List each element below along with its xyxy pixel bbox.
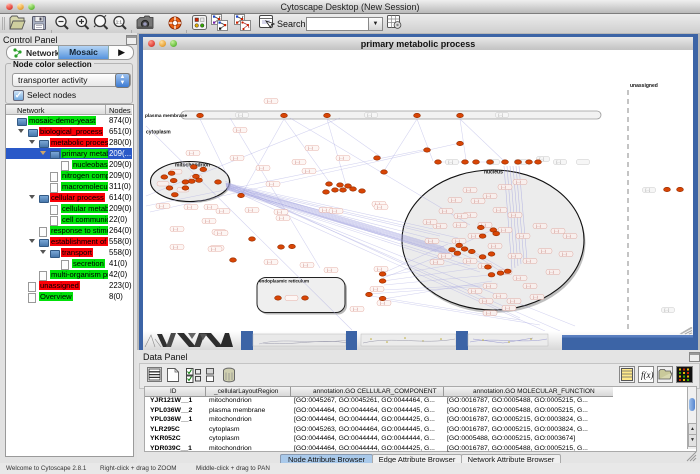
svg-text:(...): (...) [516, 276, 521, 280]
svg-text:[...]: [...] [239, 113, 244, 117]
svg-text:(...): (...) [189, 151, 194, 155]
svg-text:(...): (...) [380, 301, 385, 305]
svg-text:(...): (...) [536, 224, 541, 228]
svg-text:(...): (...) [353, 307, 358, 311]
svg-text:(...): (...) [466, 259, 471, 263]
svg-text:(...): (...) [269, 182, 274, 186]
svg-text:(...): (...) [433, 260, 438, 264]
svg-text:(...): (...) [187, 205, 192, 209]
svg-text:(...): (...) [457, 214, 462, 218]
svg-text:(...): (...) [526, 259, 531, 263]
svg-text:(...): (...) [173, 245, 178, 249]
svg-text:(...): (...) [322, 208, 327, 212]
svg-text:(...): (...) [486, 311, 491, 315]
svg-text:(...): (...) [519, 234, 524, 238]
svg-text:(...): (...) [456, 223, 461, 227]
svg-text:(...): (...) [159, 204, 164, 208]
svg-text:endoplasmic reticulum: endoplasmic reticulum [259, 279, 309, 284]
svg-text:(...): (...) [327, 268, 332, 272]
svg-text:(...): (...) [516, 180, 521, 184]
svg-text:(...): (...) [308, 146, 313, 150]
svg-text:1:1: 1:1 [116, 20, 123, 25]
svg-text:(...): (...) [339, 156, 344, 160]
svg-text:(...): (...) [549, 270, 554, 274]
svg-text:(...): (...) [436, 224, 441, 228]
svg-text:(...): (...) [211, 247, 216, 251]
svg-text:(...): (...) [295, 160, 300, 164]
svg-text:[...]: [...] [449, 160, 454, 164]
svg-text:(...): (...) [377, 205, 382, 209]
svg-text:(...): (...) [554, 229, 559, 233]
svg-text:(...): (...) [426, 220, 431, 224]
svg-text:(...): (...) [511, 254, 516, 258]
svg-text:(...): (...) [259, 166, 264, 170]
svg-text:(...): (...) [486, 194, 491, 198]
svg-text:(...): (...) [233, 156, 238, 160]
svg-text:(...): (...) [373, 287, 378, 291]
svg-text:(...): (...) [562, 252, 567, 256]
svg-text:(...): (...) [541, 249, 546, 253]
svg-text:(...): (...) [566, 234, 571, 238]
svg-text:(...): (...) [496, 294, 501, 298]
svg-text:(...): (...) [510, 299, 515, 303]
svg-text:(...): (...) [267, 260, 272, 264]
svg-text:(...): (...) [441, 254, 446, 258]
svg-text:f(x): f(x) [641, 370, 654, 380]
svg-text:(...): (...) [442, 209, 447, 213]
svg-text:(...): (...) [303, 263, 308, 267]
svg-text:(...): (...) [511, 213, 516, 217]
svg-text:(...): (...) [305, 169, 310, 173]
svg-text:[...]: [...] [557, 160, 562, 164]
svg-text:(...): (...) [377, 267, 382, 271]
svg-text:(...): (...) [501, 185, 506, 189]
svg-text:(...): (...) [217, 231, 222, 235]
svg-text:(...): (...) [455, 239, 460, 243]
svg-text:(...): (...) [474, 199, 479, 203]
svg-text:(...): (...) [277, 210, 282, 214]
svg-text:(...): (...) [471, 289, 476, 293]
svg-text:(...): (...) [428, 239, 433, 243]
svg-text:(...): (...) [491, 244, 496, 248]
svg-text:unassigned: unassigned [630, 83, 658, 89]
svg-text:(...): (...) [236, 128, 241, 132]
svg-text:[...]: [...] [368, 113, 373, 117]
svg-text:nucleus: nucleus [484, 170, 503, 176]
svg-text:(...): (...) [526, 284, 531, 288]
svg-text:[...]: [...] [665, 308, 670, 312]
svg-text:(...): (...) [207, 205, 212, 209]
svg-text:(...): (...) [505, 306, 510, 310]
svg-text:(...): (...) [248, 208, 253, 212]
svg-text:plasma membrane: plasma membrane [145, 113, 187, 119]
svg-text:(...): (...) [173, 227, 178, 231]
svg-text:(...): (...) [267, 99, 272, 103]
svg-text:cytoplasm: cytoplasm [146, 130, 171, 136]
svg-text:(...): (...) [482, 299, 487, 303]
svg-text:[...]: [...] [646, 188, 651, 192]
svg-text:(...): (...) [496, 208, 501, 212]
svg-text:(...): (...) [205, 219, 210, 223]
svg-text:(...): (...) [451, 198, 456, 202]
svg-text:(...): (...) [332, 209, 337, 213]
svg-text:(...): (...) [501, 228, 506, 232]
svg-text:(...): (...) [279, 216, 284, 220]
svg-text:(...): (...) [486, 284, 491, 288]
svg-text:(...): (...) [533, 295, 538, 299]
svg-text:(...): (...) [466, 188, 471, 192]
svg-text:(...): (...) [471, 234, 476, 238]
svg-text:(...): (...) [219, 209, 224, 213]
svg-text:[...]: [...] [499, 113, 504, 117]
